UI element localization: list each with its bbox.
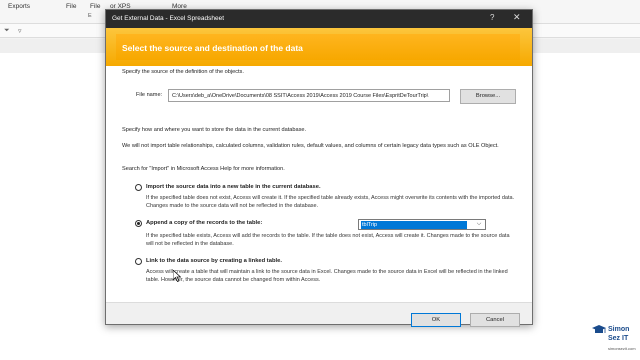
source-prompt: Specify the source of the definition of … bbox=[122, 69, 244, 75]
dialog-banner: Select the source and destination of the… bbox=[106, 28, 532, 66]
ribbon-exports[interactable]: Exports bbox=[8, 3, 30, 10]
close-icon[interactable]: ✕ bbox=[513, 12, 521, 23]
append-radio[interactable] bbox=[135, 220, 142, 227]
banner-heading: Select the source and destination of the… bbox=[122, 43, 303, 53]
get-external-data-dialog: Get External Data - Excel Spreadsheet ? … bbox=[105, 9, 533, 327]
file-name-label: File name: bbox=[136, 92, 163, 98]
pointer-cursor-icon bbox=[173, 270, 181, 282]
append-table-value: tblTrip bbox=[361, 221, 467, 229]
dialog-footer bbox=[106, 302, 532, 324]
graduation-cap-icon bbox=[592, 325, 606, 333]
link-radio[interactable] bbox=[135, 258, 142, 265]
append-table-select[interactable]: tblTrip ⌵ bbox=[358, 219, 486, 230]
import-option-label[interactable]: Import the source data into a new table … bbox=[146, 184, 321, 190]
ribbon-file-2[interactable]: File bbox=[90, 3, 100, 10]
watermark-line2: Sez IT bbox=[608, 335, 629, 342]
watermark-url: simonsezit.com bbox=[608, 346, 636, 351]
link-option-desc: Access will create a table that will mai… bbox=[146, 269, 508, 283]
ribbon-sub: E bbox=[88, 13, 92, 19]
ribbon-file-1[interactable]: File bbox=[66, 3, 76, 10]
append-option-label[interactable]: Append a copy of the records to the tabl… bbox=[146, 220, 262, 226]
file-name-input[interactable]: C:\Users\deb_a\OneDrive\Documents\08 SSI… bbox=[168, 89, 450, 102]
import-option-desc: If the specified table does not exist, A… bbox=[146, 195, 515, 209]
dialog-title: Get External Data - Excel Spreadsheet bbox=[112, 15, 225, 22]
dialog-titlebar: Get External Data - Excel Spreadsheet ? … bbox=[106, 10, 532, 28]
watermark-line1: Simon bbox=[608, 326, 630, 333]
link-option-label[interactable]: Link to the data source by creating a li… bbox=[146, 258, 282, 264]
watermark-logo: Simon Sez IT simonsezit.com bbox=[590, 322, 638, 358]
chevron-down-icon[interactable]: ▿ bbox=[18, 27, 22, 35]
chevron-down-icon[interactable]: ⌵ bbox=[474, 220, 484, 229]
import-radio[interactable] bbox=[135, 184, 142, 191]
import-note: We will not import table relationships, … bbox=[122, 143, 499, 149]
append-option-desc: If the specified table exists, Access wi… bbox=[146, 233, 510, 247]
filter-icon[interactable]: ⏷ bbox=[4, 27, 10, 35]
browse-button[interactable]: Browse... bbox=[460, 89, 516, 104]
help-icon[interactable]: ? bbox=[490, 13, 494, 22]
ok-button[interactable]: OK bbox=[411, 313, 461, 327]
help-note: Search for "Import" in Microsoft Access … bbox=[122, 166, 285, 172]
cancel-button[interactable]: Cancel bbox=[470, 313, 520, 327]
store-prompt: Specify how and where you want to store … bbox=[122, 127, 307, 133]
